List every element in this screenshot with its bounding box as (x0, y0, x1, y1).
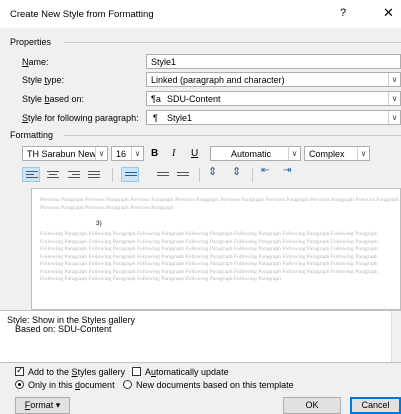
style-type-select[interactable]: Linked (paragraph and character) ∨ (146, 72, 401, 87)
increase-indent-icon[interactable]: ⇥ (283, 165, 291, 176)
previous-paragraph-text: Previous Paragraph Previous Paragraph Pr… (40, 197, 400, 211)
style-description: Style: Show in the Styles gallery Based … (0, 310, 401, 363)
help-button[interactable]: ? (340, 7, 346, 19)
bold-button[interactable]: B (151, 148, 158, 159)
font-size-select[interactable]: 16 ∨ (111, 146, 144, 161)
chevron-down-icon: ∨ (357, 147, 369, 160)
style-preview: Previous Paragraph Previous Paragraph Pr… (31, 188, 401, 310)
linked-style-icon: ¶a (151, 94, 161, 104)
auto-update-label: Automatically update (145, 367, 229, 377)
distributed-icon (125, 172, 137, 182)
title-bar: Create New Style from Formatting ? ✕ (0, 0, 401, 28)
based-on-label: Style based on: (22, 94, 85, 104)
following-paragraph-value: Style1 (167, 113, 193, 123)
font-color-select[interactable]: Automatic ∨ (210, 146, 301, 161)
space-after-icon[interactable]: ⇕ (232, 165, 241, 178)
formatting-divider (64, 135, 401, 136)
decrease-indent-icon[interactable]: ⇤ (261, 165, 269, 176)
only-this-document-label: Only in this document (28, 380, 115, 390)
chevron-down-icon: ∨ (95, 147, 107, 160)
following-paragraph-select[interactable]: ¶ Style1 ∨ (146, 110, 401, 125)
toolbar-separator (199, 168, 200, 182)
following-paragraph-label: Style for following paragraph: (22, 113, 139, 123)
chevron-down-icon: ∨ (131, 147, 143, 160)
description-line2: Based on: SDU-Content (15, 324, 112, 334)
distributed-button[interactable] (121, 167, 139, 182)
name-label: Name: (22, 57, 49, 67)
font-size-value: 16 (116, 149, 127, 159)
add-to-gallery-checkbox[interactable]: ✓ (15, 365, 24, 376)
based-on-select[interactable]: ¶a SDU-Content ∨ (146, 91, 401, 106)
font-value: TH Sarabun New (27, 149, 97, 159)
only-this-document-radio[interactable] (15, 380, 24, 389)
align-left-button[interactable] (22, 167, 40, 182)
toolbar-separator (112, 168, 113, 182)
style-type-value: Linked (paragraph and character) (151, 75, 285, 85)
auto-update-checkbox[interactable] (132, 367, 141, 376)
new-documents-label: New documents based on this template (136, 380, 294, 390)
toolbar-separator (252, 168, 253, 182)
sample-text: 3) (96, 220, 102, 227)
align-left-icon (26, 171, 38, 181)
chevron-down-icon: ∨ (288, 147, 300, 160)
style-type-label: Style type: (22, 75, 65, 85)
underline-button[interactable]: U (191, 148, 198, 159)
chevron-down-icon: ∨ (388, 92, 400, 105)
properties-divider (64, 42, 401, 43)
properties-group-label: Properties (10, 37, 52, 47)
format-button[interactable]: Format ▾ (15, 397, 70, 414)
script-select[interactable]: Complex ∨ (304, 146, 370, 161)
dialog-title: Create New Style from Formatting (10, 9, 154, 20)
line-spacing-single-icon[interactable] (157, 172, 169, 182)
justify-icon[interactable] (88, 171, 100, 181)
name-value: Style1 (151, 57, 177, 67)
line-spacing-double-icon[interactable] (177, 172, 189, 182)
formatting-group-label: Formatting (10, 130, 54, 140)
script-value: Complex (309, 149, 345, 159)
based-on-value: SDU-Content (167, 94, 221, 104)
close-button[interactable]: ✕ (383, 5, 394, 21)
font-color-value: Automatic (231, 149, 272, 159)
align-center-icon[interactable] (47, 171, 59, 181)
space-before-icon[interactable]: ⇕ (208, 165, 217, 178)
chevron-down-icon: ∨ (388, 111, 400, 124)
following-paragraph-text: Following Paragraph Following Paragraph … (40, 231, 378, 282)
ok-button[interactable]: OK (283, 397, 341, 414)
new-documents-radio[interactable] (123, 380, 132, 389)
description-scrollbar[interactable] (391, 311, 401, 362)
chevron-down-icon: ∨ (388, 73, 400, 86)
italic-button[interactable]: I (172, 148, 175, 159)
paragraph-icon: ¶ (153, 113, 158, 123)
align-right-icon[interactable] (68, 171, 80, 181)
cancel-button[interactable]: Cancel (350, 397, 401, 414)
font-select[interactable]: TH Sarabun New ∨ (22, 146, 108, 161)
name-field[interactable]: Style1 (146, 54, 401, 69)
checkmark-icon: ✓ (16, 365, 24, 375)
add-to-gallery-label: Add to the Styles gallery (28, 367, 126, 377)
